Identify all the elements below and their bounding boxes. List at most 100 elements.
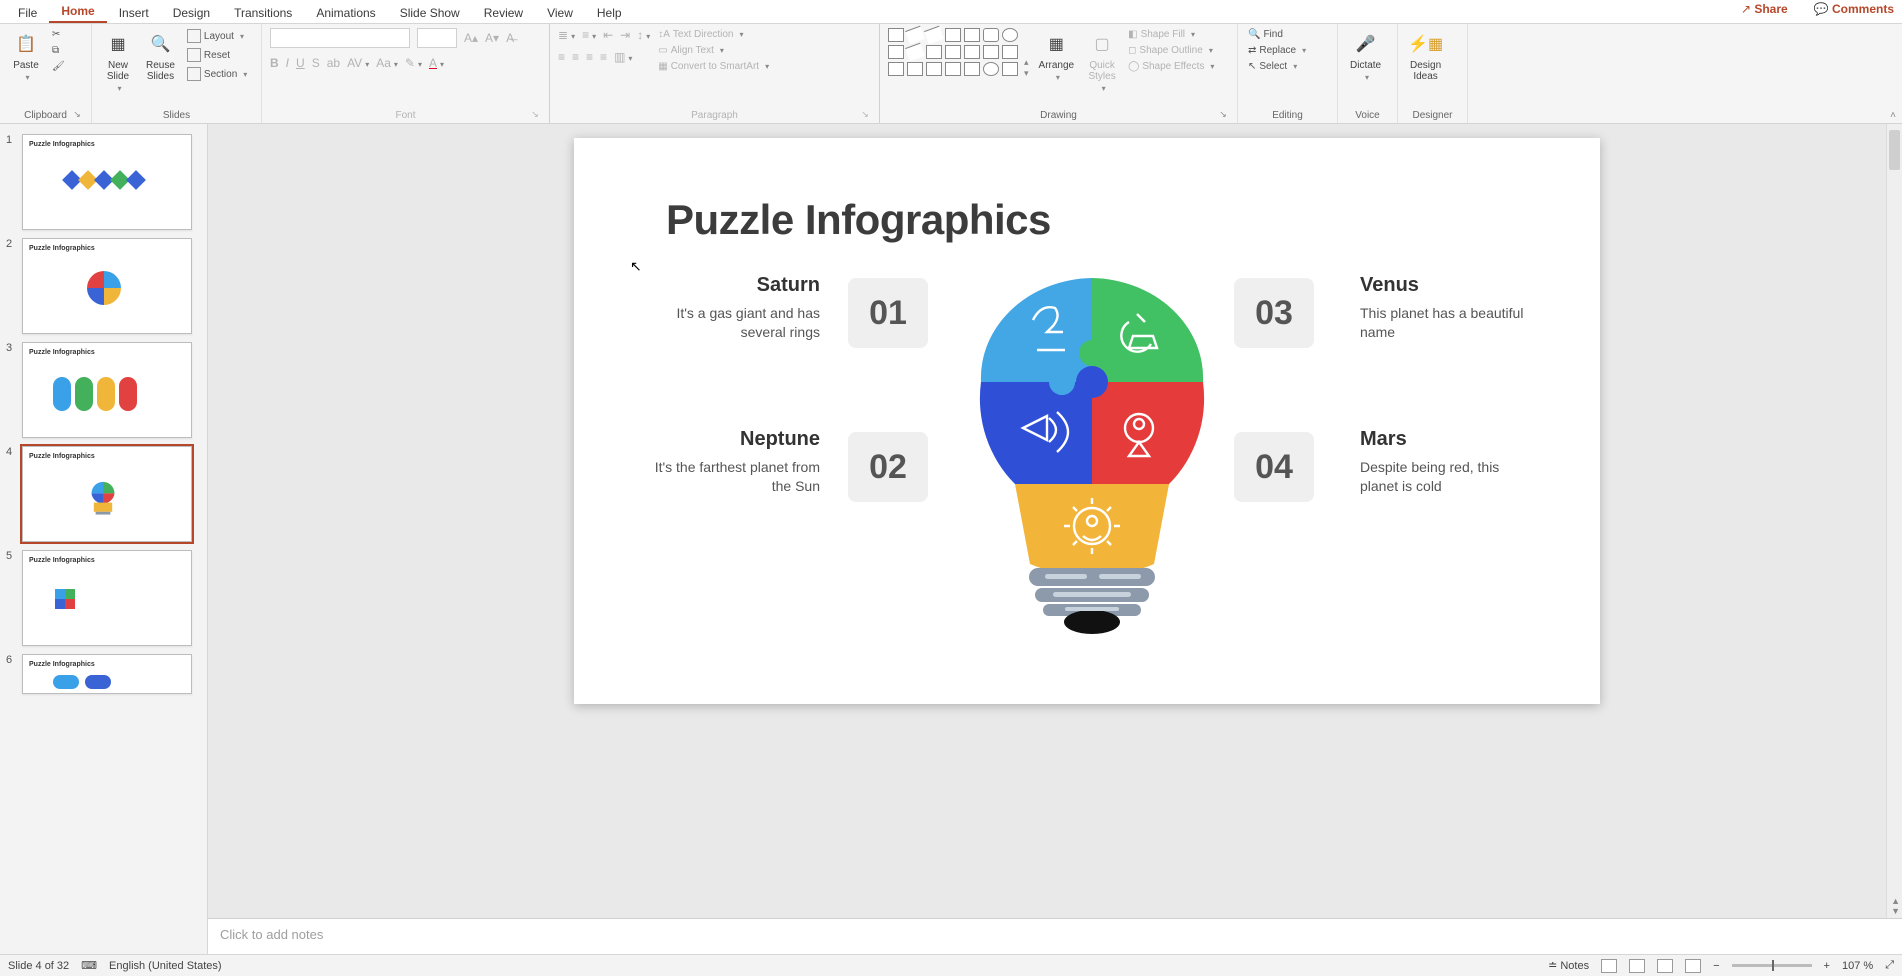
columns-button[interactable]: ▥ [614,50,632,64]
drawing-launcher[interactable]: ↘ [1217,109,1229,121]
group-font: A▴ A▾ A̶ B I U S ab AV Aa ✎ A Font↘ [262,24,550,123]
align-right-button[interactable]: ≡ [586,50,593,64]
thumbnail-slide-3[interactable]: Puzzle Infographics [22,342,192,438]
text-direction-icon: ↕A [658,29,670,40]
zoom-in-button[interactable]: + [1824,960,1830,972]
font-color-button[interactable]: A [429,56,444,70]
thumbnail-slide-4[interactable]: Puzzle Infographics [22,446,192,542]
replace-button[interactable]: ⇄Replace [1246,44,1308,57]
line-spacing-button[interactable]: ↕ [637,28,650,42]
shape-fill-button[interactable]: ◧Shape Fill [1126,28,1216,41]
italic-button[interactable]: I [286,56,289,70]
tab-home[interactable]: Home [49,1,106,23]
thumbnail-slide-5[interactable]: Puzzle Infographics [22,550,192,646]
numbox-02[interactable]: 02 [848,432,928,502]
section-button[interactable]: Section [185,66,249,82]
justify-button[interactable]: ≡ [600,50,607,64]
share-button[interactable]: ↗ Share [1725,2,1788,16]
layout-button[interactable]: Layout [185,28,249,44]
numbox-04[interactable]: 04 [1234,432,1314,502]
current-slide[interactable]: Puzzle Infographics ↖ Saturn It's a gas … [574,138,1600,704]
text-direction-button[interactable]: ↕AText Direction [656,28,771,41]
zoom-slider[interactable] [1732,964,1812,967]
notes-pane[interactable]: Click to add notes [208,918,1902,954]
zoom-level[interactable]: 107 % [1842,960,1873,972]
notes-toggle[interactable]: ≐ Notes [1548,959,1589,972]
shape-outline-button[interactable]: ◻Shape Outline [1126,44,1216,57]
outdent-button[interactable]: ⇤ [603,28,613,42]
shape-effects-button[interactable]: ◯Shape Effects [1126,60,1216,73]
indent-button[interactable]: ⇥ [620,28,630,42]
find-button[interactable]: 🔍Find [1246,28,1308,41]
design-ideas-button[interactable]: ⚡▦ Design Ideas [1406,28,1445,84]
tab-view[interactable]: View [535,3,585,23]
highlight-button[interactable]: ✎ [405,56,422,70]
underline-button[interactable]: U [296,56,305,70]
char-spacing-button[interactable]: AV [347,56,369,70]
strike-button[interactable]: S [312,56,320,70]
tab-insert[interactable]: Insert [107,3,161,23]
shapes-gallery[interactable] [888,28,1018,76]
font-size-input[interactable] [417,28,457,48]
item-desc-saturn: It's a gas giant and has several rings [640,304,820,342]
tab-slideshow[interactable]: Slide Show [388,3,472,23]
tab-transitions[interactable]: Transitions [222,3,304,23]
font-name-input[interactable] [270,28,410,48]
nav-buttons[interactable]: ▲▼ [1891,896,1900,916]
numbox-01[interactable]: 01 [848,278,928,348]
numbox-03[interactable]: 03 [1234,278,1314,348]
vertical-scrollbar[interactable] [1886,124,1902,918]
cut-button[interactable]: ✂ [50,28,67,41]
reuse-slides-button[interactable]: 🔍 Reuse Slides [142,28,179,84]
item-desc-mars: Despite being red, this planet is cold [1360,458,1540,496]
convert-smartart-button[interactable]: ▦Convert to SmartArt [656,60,771,73]
view-slideshow-button[interactable] [1685,959,1701,973]
fit-to-window-button[interactable]: ⤢ [1885,959,1894,972]
slide-title[interactable]: Puzzle Infographics [666,196,1051,244]
tab-file[interactable]: File [6,3,49,23]
increase-font-icon[interactable]: A▴ [464,31,478,45]
align-center-button[interactable]: ≡ [572,50,579,64]
thumbnail-slide-6[interactable]: Puzzle Infographics [22,654,192,694]
view-reading-button[interactable] [1657,959,1673,973]
new-slide-button[interactable]: ▦ New Slide [100,28,136,95]
copy-button[interactable]: ⧉ [50,44,67,57]
comments-button[interactable]: 💬 Comments [1798,2,1894,16]
paste-button[interactable]: 📋 Paste [8,28,44,84]
thumbnail-slide-1[interactable]: Puzzle Infographics [22,134,192,230]
slide-canvas[interactable]: Puzzle Infographics ↖ Saturn It's a gas … [208,124,1902,918]
zoom-out-button[interactable]: − [1713,960,1719,972]
view-sorter-button[interactable] [1629,959,1645,973]
change-case-button[interactable]: Aa [376,56,398,70]
bold-button[interactable]: B [270,56,279,70]
view-normal-button[interactable] [1601,959,1617,973]
tab-review[interactable]: Review [472,3,535,23]
tab-design[interactable]: Design [161,3,222,23]
bullets-button[interactable]: ≣ [558,28,575,42]
collapse-ribbon-button[interactable]: ˄ [1890,110,1896,121]
dictate-button[interactable]: 🎤 Dictate [1346,28,1385,84]
shadow-button[interactable]: ab [327,56,340,70]
align-left-button[interactable]: ≡ [558,50,565,64]
slide-thumbnails-pane[interactable]: 1 Puzzle Infographics 2 Puzzle Infograph… [0,124,208,954]
bulb-puzzle-graphic[interactable] [979,278,1205,648]
numbering-button[interactable]: ≡ [582,28,596,42]
format-painter-button[interactable]: 🖌 [50,60,67,73]
decrease-font-icon[interactable]: A▾ [485,31,499,45]
reset-button[interactable]: Reset [185,47,249,63]
accessibility-icon[interactable]: ⌨ [81,959,97,972]
tab-animations[interactable]: Animations [304,3,387,23]
clipboard-launcher[interactable]: ↘ [71,109,83,121]
align-text-button[interactable]: ▭Align Text [656,44,771,57]
font-launcher[interactable]: ↘ [529,109,541,121]
tab-help[interactable]: Help [585,3,634,23]
quick-styles-button[interactable]: ▢ Quick Styles [1084,28,1120,95]
paragraph-launcher[interactable]: ↘ [859,109,871,121]
select-button[interactable]: ↖Select [1246,60,1308,73]
language-label[interactable]: English (United States) [109,960,222,972]
scrollbar-thumb[interactable] [1889,130,1900,170]
clear-format-icon[interactable]: A̶ [506,31,514,45]
arrange-button[interactable]: ▦ Arrange [1035,28,1079,84]
thumbnail-slide-2[interactable]: Puzzle Infographics [22,238,192,334]
dictate-label: Dictate [1350,60,1381,71]
